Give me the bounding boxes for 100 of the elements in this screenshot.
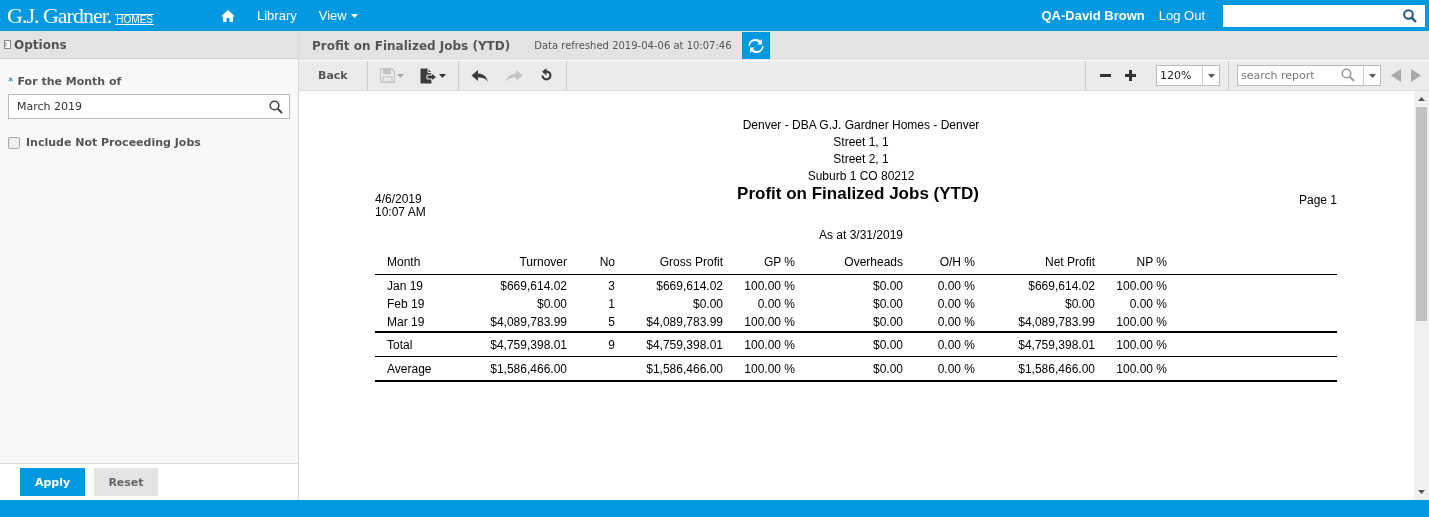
column-header: Net Profit [975, 250, 1095, 275]
report-title: Profit on Finalized Jobs (YTD) [312, 38, 511, 53]
column-header: Turnover [457, 250, 567, 275]
undo-icon [470, 68, 489, 83]
column-header: Gross Profit [615, 250, 723, 275]
table-cell: $0.00 [615, 295, 723, 313]
report-heading: Profit on Finalized Jobs (YTD) [736, 184, 980, 204]
refresh-time: Data refreshed 2019-04-06 at 10:07:46 [534, 40, 732, 51]
checkbox[interactable] [8, 136, 20, 149]
table-cell: 0.00 % [903, 356, 975, 381]
checkbox-label: Include Not Proceeding Jobs [26, 136, 201, 149]
table-cell: 100.00 % [1095, 356, 1167, 381]
company-line: Denver - DBA G.J. Gardner Homes - Denver [741, 117, 981, 134]
logout-link[interactable]: Log Out [1158, 8, 1205, 23]
scrollbar-thumb[interactable] [1416, 107, 1427, 321]
scroll-down-icon [1418, 490, 1425, 494]
table-cell: $0.00 [795, 313, 903, 332]
search-icon [1403, 8, 1417, 23]
column-header: Overheads [795, 250, 903, 275]
page-number: Page 1 [1297, 192, 1337, 207]
company-line: Street 1, 1 [832, 134, 890, 151]
reset-button[interactable]: Reset [94, 468, 158, 496]
table-cell: Jan 19 [375, 274, 457, 295]
column-header: No [567, 250, 615, 275]
search-icon [1341, 68, 1355, 82]
table-cell: $0.00 [795, 356, 903, 381]
back-button[interactable]: Back [305, 61, 361, 90]
table-cell: 100.00 % [1095, 313, 1167, 332]
table-cell: $4,759,398.01 [975, 332, 1095, 357]
required-mark: * [8, 75, 14, 88]
nav-link[interactable]: Library [257, 8, 297, 23]
field-label: For the Month of [17, 75, 122, 88]
table-cell: Mar 19 [375, 313, 457, 332]
save-icon [379, 68, 395, 83]
scrollbar[interactable] [1414, 91, 1429, 500]
search-report-field[interactable]: search report [1237, 65, 1381, 86]
table-cell-text: $0.00 [535, 296, 567, 313]
company-line: Suburb 1 CO 80212 [806, 168, 916, 185]
table-cell: 100.00 % [723, 313, 795, 332]
table-cell: 1 [567, 295, 615, 313]
apply-button[interactable]: Apply [20, 468, 85, 496]
table-cell-text: Feb 19 [386, 296, 426, 313]
panel-icon [4, 40, 11, 49]
report-date: 4/6/2019 [375, 193, 423, 206]
table-cell: 5 [567, 313, 615, 332]
table-cell: $4,759,398.01 [615, 332, 723, 357]
table-cell: 0.00 % [903, 274, 975, 295]
table-cell: 0.00 % [903, 332, 975, 357]
table-cell: $1,586,466.00 [457, 356, 567, 381]
table-cell: $1,586,466.00 [615, 356, 723, 381]
table-cell: 0.00 % [1095, 295, 1167, 313]
column-header: Month [375, 250, 457, 275]
caret-icon [438, 73, 446, 78]
table-cell: $4,089,783.99 [457, 313, 567, 332]
zoom-in-icon[interactable] [1125, 70, 1136, 81]
table-cell: $0.00 [795, 274, 903, 295]
caret-icon [1368, 73, 1376, 78]
table-cell: 100.00 % [723, 332, 795, 357]
column-header: GP % [723, 250, 795, 275]
column-header: NP % [1095, 250, 1167, 275]
table-cell: $669,614.02 [615, 274, 723, 295]
as-at-date: As at 3/31/2019 [817, 228, 905, 242]
zoom-select[interactable]: 120% [1156, 65, 1220, 86]
table-cell: 9 [567, 332, 615, 357]
nav-menu[interactable]: View [318, 8, 358, 23]
caret-icon [1207, 73, 1215, 78]
search-field[interactable] [1223, 4, 1425, 27]
search-icon [269, 99, 283, 114]
logo-subtext: HOMES [115, 13, 154, 25]
caret-icon [350, 13, 358, 18]
table-cell: $0.00 [795, 295, 903, 313]
table-cell: $4,089,783.99 [615, 313, 723, 332]
home-icon[interactable] [221, 9, 235, 22]
table-cell: $1,586,466.00 [975, 356, 1095, 381]
table-cell: $669,614.02 [975, 274, 1095, 295]
month-field[interactable]: March 2019 [8, 94, 290, 119]
table-cell: $4,759,398.01 [457, 332, 567, 357]
table-cell: 100.00 % [723, 356, 795, 381]
document-icon [419, 67, 437, 84]
user-name[interactable]: QA-David Brown [1041, 8, 1145, 23]
table-cell: Average [375, 356, 457, 381]
table-cell: 100.00 % [1095, 332, 1167, 357]
table-cell: 0.00 % [903, 313, 975, 332]
table-cell: $0.00 [795, 332, 903, 357]
company-line: Street 2, 1 [832, 151, 890, 168]
table-cell: $669,614.02 [457, 274, 567, 295]
redo-icon [504, 68, 523, 83]
column-header: O/H % [903, 250, 975, 275]
report-time: 10:07 AM [375, 206, 427, 219]
refresh-button[interactable] [741, 32, 770, 59]
panel-title: Options [14, 37, 67, 52]
table-cell: 0.00 % [903, 295, 975, 313]
table-cell: Total [375, 332, 457, 357]
table-cell: $0.00 [975, 295, 1095, 313]
table-cell: 100.00 % [723, 274, 795, 295]
table-cell: 3 [567, 274, 615, 295]
table-cell: 100.00 % [1095, 274, 1167, 295]
scroll-up-icon [1418, 97, 1425, 101]
logo-text: G.J. Gardner. [7, 2, 112, 29]
table-cell: 0.00 % [723, 295, 795, 313]
